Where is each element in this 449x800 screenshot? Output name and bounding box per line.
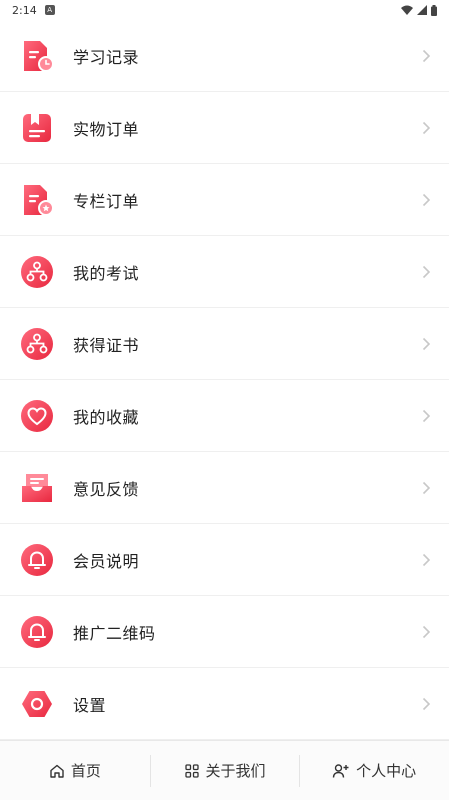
status-left: 2:14 A bbox=[12, 4, 55, 17]
menu-item-label: 实物订单 bbox=[73, 119, 140, 139]
menu-item-column-orders[interactable]: 专栏订单 bbox=[0, 164, 449, 236]
chevron-right-icon bbox=[419, 625, 433, 639]
chevron-right-icon bbox=[419, 697, 433, 711]
menu-item-feedback[interactable]: 意见反馈 bbox=[0, 452, 449, 524]
menu-item-settings[interactable]: 设置 bbox=[0, 668, 449, 740]
menu-item-favorites[interactable]: 我的收藏 bbox=[0, 380, 449, 452]
tab-about-us[interactable]: 关于我们 bbox=[149, 741, 300, 800]
settings-icon bbox=[20, 687, 54, 721]
notification-icon: A bbox=[44, 5, 55, 15]
grid-icon bbox=[184, 763, 199, 778]
home-icon bbox=[50, 764, 64, 778]
bell-icon bbox=[20, 543, 54, 577]
battery-icon bbox=[431, 4, 437, 16]
menu-list: 学习记录 实物订单 专栏订单 我的考试 获得证书 我的收藏 意见反馈 会员说明 … bbox=[0, 20, 449, 740]
tab-label: 首页 bbox=[70, 762, 101, 780]
tab-label: 个人中心 bbox=[356, 762, 417, 780]
signal-icon bbox=[417, 5, 427, 15]
heart-icon bbox=[20, 399, 54, 433]
menu-item-label: 专栏订单 bbox=[73, 191, 140, 211]
chevron-right-icon bbox=[419, 553, 433, 567]
menu-item-label: 我的考试 bbox=[73, 263, 140, 283]
menu-item-label: 我的收藏 bbox=[73, 407, 140, 427]
menu-item-certificates[interactable]: 获得证书 bbox=[0, 308, 449, 380]
chevron-right-icon bbox=[419, 409, 433, 423]
hierarchy-icon bbox=[20, 327, 54, 361]
menu-item-label: 学习记录 bbox=[73, 47, 140, 67]
menu-item-learning-record[interactable]: 学习记录 bbox=[0, 20, 449, 92]
document-clock-icon bbox=[20, 39, 54, 73]
status-right bbox=[401, 4, 437, 16]
document-star-icon bbox=[20, 183, 54, 217]
tab-label: 关于我们 bbox=[205, 762, 266, 780]
chevron-right-icon bbox=[419, 193, 433, 207]
tab-home[interactable]: 首页 bbox=[0, 741, 150, 800]
menu-item-promo-qrcode[interactable]: 推广二维码 bbox=[0, 596, 449, 668]
bottom-nav: 首页 关于我们 个人中心 bbox=[0, 740, 449, 800]
menu-item-label: 推广二维码 bbox=[73, 623, 156, 643]
menu-item-physical-orders[interactable]: 实物订单 bbox=[0, 92, 449, 164]
menu-item-label: 获得证书 bbox=[73, 335, 140, 355]
menu-item-label: 意见反馈 bbox=[73, 479, 140, 499]
menu-item-my-exams[interactable]: 我的考试 bbox=[0, 236, 449, 308]
inbox-icon bbox=[20, 471, 54, 505]
chevron-right-icon bbox=[419, 265, 433, 279]
chevron-right-icon bbox=[419, 481, 433, 495]
user-add-icon bbox=[332, 763, 349, 778]
wifi-icon bbox=[401, 5, 413, 15]
hierarchy-icon bbox=[20, 255, 54, 289]
bell-icon bbox=[20, 615, 54, 649]
status-time: 2:14 bbox=[12, 3, 37, 17]
status-bar: 2:14 A bbox=[0, 0, 449, 20]
menu-item-label: 会员说明 bbox=[73, 551, 140, 571]
tab-profile[interactable]: 个人中心 bbox=[299, 741, 449, 800]
bookmark-doc-icon bbox=[20, 111, 54, 145]
chevron-right-icon bbox=[419, 49, 433, 63]
menu-item-label: 设置 bbox=[73, 695, 107, 715]
chevron-right-icon bbox=[419, 337, 433, 351]
chevron-right-icon bbox=[419, 121, 433, 135]
menu-item-membership[interactable]: 会员说明 bbox=[0, 524, 449, 596]
